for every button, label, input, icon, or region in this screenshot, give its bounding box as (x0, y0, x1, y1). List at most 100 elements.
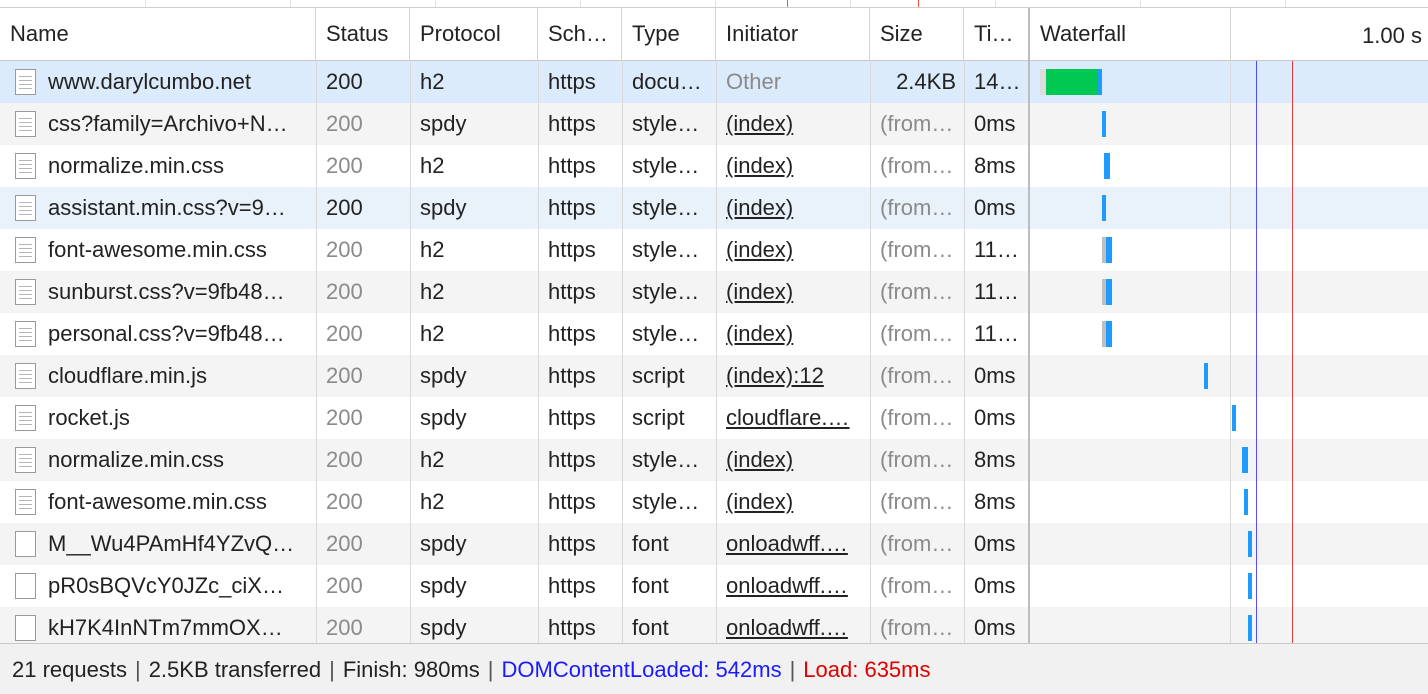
cell-name: www.darylcumbo.net (48, 69, 251, 94)
column-header-protocol[interactable]: Protocol (410, 8, 538, 61)
column-divider[interactable] (410, 61, 411, 649)
cell-initiator[interactable]: (index) (716, 439, 870, 481)
cell-initiator[interactable]: (index) (716, 145, 870, 187)
column-header-size[interactable]: Size (870, 8, 964, 61)
waterfall-bar[interactable] (1248, 615, 1252, 641)
domcontentloaded-line (1256, 61, 1257, 649)
waterfall-column-divider[interactable] (1028, 61, 1030, 649)
document-icon (15, 69, 36, 95)
column-divider[interactable] (316, 61, 317, 649)
font-file-icon (15, 615, 36, 641)
cell-time: 8ms (974, 489, 1016, 514)
overview-tick (290, 0, 291, 7)
cell-size: 2.4KB (896, 69, 956, 94)
cell-type: style… (632, 195, 700, 220)
cell-scheme: https (548, 69, 596, 94)
cell-initiator[interactable]: cloudflare.… (716, 397, 870, 439)
waterfall-bar[interactable] (1204, 363, 1208, 389)
column-divider[interactable] (716, 61, 717, 649)
column-header-status[interactable]: Status (316, 8, 410, 61)
cell-scheme: https (548, 111, 596, 136)
column-divider[interactable] (538, 61, 539, 649)
cell-scheme: https (548, 237, 596, 262)
waterfall-bar[interactable] (1106, 321, 1112, 347)
waterfall-divider (1230, 8, 1231, 61)
status-bar: 21 requests | 2.5KB transferred | Finish: 98… (0, 643, 1428, 694)
column-divider[interactable] (870, 61, 871, 649)
cell-name: cloudflare.min.js (48, 363, 207, 388)
transferred-size: 2.5KB transferred (148, 657, 322, 682)
cell-size: (from… (880, 531, 954, 556)
waterfall-bar[interactable] (1106, 237, 1112, 263)
column-header-time[interactable]: Ti… (964, 8, 1030, 61)
cell-initiator[interactable]: (index) (716, 271, 870, 313)
cell-status: 200 (326, 573, 363, 598)
cell-type: style… (632, 321, 700, 346)
cell-status: 200 (326, 111, 363, 136)
column-header-initiator[interactable]: Initiator (716, 8, 870, 61)
column-header-scheme[interactable]: Sch… (538, 8, 622, 61)
waterfall-bar[interactable] (1242, 447, 1248, 473)
cell-protocol: h2 (420, 279, 445, 304)
cell-initiator[interactable]: onloadwff.… (716, 565, 870, 607)
table-row[interactable]: font-awesome.min.css 200 h2 https style… (ind… (0, 481, 1428, 523)
document-icon (15, 405, 36, 431)
waterfall-bar[interactable] (1248, 531, 1252, 557)
waterfall-bar[interactable] (1248, 573, 1252, 599)
table-row[interactable]: normalize.min.css 200 h2 https style… (index)… (0, 145, 1428, 187)
table-row[interactable]: cloudflare.min.js 200 spdy https script (inde… (0, 355, 1428, 397)
overview-timeline[interactable] (0, 0, 1428, 8)
waterfall-bar[interactable] (1244, 489, 1248, 515)
table-row[interactable]: font-awesome.min.css 200 h2 https style… (ind… (0, 229, 1428, 271)
cell-initiator[interactable]: (index) (716, 103, 870, 145)
cell-type: font (632, 531, 669, 556)
cell-size: (from… (880, 321, 954, 346)
cell-name: font-awesome.min.css (48, 237, 267, 262)
cell-initiator[interactable]: onloadwff.… (716, 523, 870, 565)
finish-time: Finish: 980ms (342, 657, 480, 682)
cell-type: style… (632, 237, 700, 262)
table-row[interactable]: M__Wu4PAmHf4YZvQ… 200 spdy https font onloadw… (0, 523, 1428, 565)
cell-status: 200 (326, 195, 363, 220)
table-row[interactable]: www.darylcumbo.net 200 h2 https docu… Other 2.… (0, 61, 1428, 103)
cell-type: font (632, 573, 669, 598)
cell-scheme: https (548, 489, 596, 514)
cell-initiator[interactable]: (index) (716, 313, 870, 355)
cell-scheme: https (548, 363, 596, 388)
cell-scheme: https (548, 153, 596, 178)
overview-tick (995, 0, 996, 7)
cell-protocol: h2 (420, 237, 445, 262)
table-row[interactable]: rocket.js 200 spdy https script cloudflare.… (… (0, 397, 1428, 439)
table-row[interactable]: normalize.min.css 200 h2 https style… (index)… (0, 439, 1428, 481)
cell-time: 0ms (974, 111, 1016, 136)
cell-protocol: spdy (420, 111, 467, 136)
overview-load-marker (918, 0, 919, 7)
cell-initiator[interactable]: (index) (716, 481, 870, 523)
table-row[interactable]: sunburst.css?v=9fb48… 200 h2 https style… (in… (0, 271, 1428, 313)
column-divider[interactable] (964, 61, 965, 649)
cell-type: script (632, 363, 685, 388)
waterfall-bar[interactable] (1102, 195, 1106, 221)
table-row[interactable]: pR0sBQVcY0JZc_ciX… 200 spdy https font onload… (0, 565, 1428, 607)
table-row[interactable]: assistant.min.css?v=9… 200 spdy https style…… (0, 187, 1428, 229)
cell-initiator[interactable]: (index):12 (716, 355, 870, 397)
overview-tick (850, 0, 851, 7)
cell-type: style… (632, 489, 700, 514)
cell-initiator[interactable]: (index) (716, 229, 870, 271)
waterfall-bar[interactable] (1046, 69, 1098, 95)
waterfall-bar[interactable] (1104, 153, 1110, 179)
cell-name: normalize.min.css (48, 447, 225, 472)
column-header-type[interactable]: Type (622, 8, 716, 61)
column-header-name[interactable]: Name (0, 8, 316, 61)
table-row[interactable]: personal.css?v=9fb48… 200 h2 https style… (in… (0, 313, 1428, 355)
cell-initiator[interactable]: (index) (716, 187, 870, 229)
cell-scheme: https (548, 405, 596, 430)
waterfall-bar[interactable] (1102, 111, 1106, 137)
column-header-waterfall[interactable]: Waterfall (1030, 8, 1230, 61)
waterfall-bar[interactable] (1106, 279, 1112, 305)
column-divider[interactable] (622, 61, 623, 649)
waterfall-bar[interactable] (1232, 405, 1236, 431)
table-row[interactable]: css?family=Archivo+N… 200 spdy https style… (… (0, 103, 1428, 145)
cell-scheme: https (548, 279, 596, 304)
cell-scheme: https (548, 573, 596, 598)
